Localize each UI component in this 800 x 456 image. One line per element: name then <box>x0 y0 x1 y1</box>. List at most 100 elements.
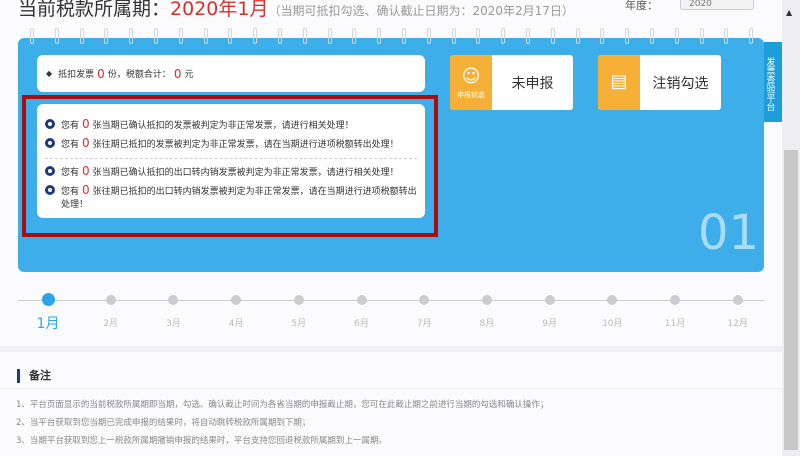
binder-ring <box>228 28 233 44</box>
invoice-count: 0 <box>97 66 105 81</box>
binder-ring <box>501 28 506 44</box>
alert-item: 您有 0 张当期已确认抵扣的出口转内销发票被判定为非正常发票，请进行相关处理！ <box>45 165 417 180</box>
binder-ring <box>526 28 530 44</box>
alert-text: 您有 0 张当期已确认抵扣的发票被判定为非正常发票，请进行相关处理！ <box>61 118 354 133</box>
alert-icon <box>45 138 55 148</box>
month-dot[interactable] <box>231 295 242 305</box>
binder-ring <box>377 28 382 44</box>
page-title: 当前税款所属期：2020年1月（当期可抵扣勾选、确认截止日期为：2020年2月1… <box>18 0 574 21</box>
alert-item: 您有 0 张往期已抵扣的出口转内销发票被判定为非正常发票，请在当期进行进项税额转出处… <box>45 184 417 212</box>
month-dot[interactable] <box>41 293 55 306</box>
alert-text: 您有 0 张往期已抵扣的发票被判定为非正常发票，请在当期进行进项税额转出处理！ <box>61 137 399 152</box>
cancel-selection-button[interactable]: ▤ 注销勾选 <box>598 55 721 110</box>
status-icon-label: 申报状态 <box>457 90 485 99</box>
alert-icon <box>45 119 55 129</box>
month-dot[interactable] <box>356 295 367 305</box>
month-label[interactable]: 9月 <box>535 316 565 329</box>
deduction-summary: ◆ 抵扣发票 0 份，税额合计： 0 元 <box>37 55 425 92</box>
alert-count: 0 <box>82 183 90 197</box>
note-item: 2、当平台获取到您当期已完成申报的结果时，将自动跳转税款所属期到下期； <box>16 418 311 428</box>
alerts-divider <box>45 158 417 159</box>
month-dot[interactable] <box>481 295 492 305</box>
month-dot[interactable] <box>732 295 743 305</box>
month-dot[interactable] <box>544 295 555 305</box>
alerts-card: 您有 0 张当期已确认抵扣的发票被判定为非正常发票，请进行相关处理！ 您有 0 张往期已抵… <box>37 104 425 218</box>
binder-ring <box>154 28 158 44</box>
month-label[interactable]: 7月 <box>409 316 439 329</box>
binder-ring <box>699 28 704 44</box>
binder-ring <box>278 28 282 44</box>
notes-divider <box>0 388 782 389</box>
month-label[interactable]: 3月 <box>158 316 188 329</box>
binder-ring <box>600 28 605 44</box>
month-timeline <box>18 300 764 301</box>
binder-ring <box>253 28 258 44</box>
month-label[interactable]: 6月 <box>347 316 377 329</box>
month-label[interactable]: 8月 <box>472 316 502 329</box>
binder-ring <box>550 28 555 44</box>
section-divider <box>0 346 782 352</box>
binder-ring <box>476 28 481 44</box>
binder-ring <box>327 28 332 44</box>
diamond-icon: ◆ <box>46 69 53 78</box>
declaration-status-card[interactable]: ☺ 申报状态 未申报 <box>450 55 573 110</box>
binder-ring <box>54 28 59 44</box>
alert-icon <box>45 166 55 176</box>
alert-item: 您有 0 张当期已确认抵扣的发票被判定为非正常发票，请进行相关处理！ <box>45 118 417 133</box>
month-dot[interactable] <box>105 295 116 305</box>
month-label[interactable]: 4月 <box>221 316 251 329</box>
current-period: 2020年1月 <box>170 0 269 20</box>
binder-ring <box>302 28 307 44</box>
invoice-verify-label: 发票查验平台 <box>764 56 775 111</box>
cancel-selection-label: 注销勾选 <box>652 75 709 92</box>
month-dot[interactable] <box>168 295 179 305</box>
binder-ring <box>575 28 580 44</box>
alert-prefix: 您有 <box>61 187 80 197</box>
alert-message: 张往期已抵扣的发票被判定为非正常发票，请在当期进行进项税额转出处理！ <box>92 140 399 150</box>
alert-message: 张当期已确认抵扣的出口转内销发票被判定为非正常发票，请进行相关处理！ <box>92 168 399 178</box>
binder-ring <box>352 28 357 44</box>
month-label[interactable]: 11月 <box>660 316 690 329</box>
month-label[interactable]: 10月 <box>597 316 627 329</box>
alert-icon <box>45 185 55 195</box>
year-select[interactable]: 2020 <box>680 0 754 10</box>
alert-count: 0 <box>82 117 90 131</box>
scrollbar-thumb[interactable] <box>784 150 798 450</box>
declaration-status: 未申报 <box>511 75 554 92</box>
binder-ring <box>203 28 208 44</box>
note-item: 1、平台页面显示的当前税款所属期即当期，勾选、确认截止时间为各省当期的申报截止期… <box>16 400 549 410</box>
binder-ring <box>402 28 406 44</box>
alert-text: 您有 0 张往期已抵扣的出口转内销发票被判定为非正常发票，请在当期进行进项税额转出处… <box>61 184 417 212</box>
title-prefix: 当前税款所属期： <box>18 0 171 20</box>
summary-mid: 份，税额合计： <box>107 70 171 80</box>
month-label[interactable]: 2月 <box>96 316 126 329</box>
month-label[interactable]: 1月 <box>33 313 63 333</box>
binder-ring <box>178 28 183 44</box>
month-dot[interactable] <box>293 295 304 305</box>
month-dot[interactable] <box>670 295 680 305</box>
month-label[interactable]: 12月 <box>723 316 753 329</box>
alert-message: 张当期已确认抵扣的发票被判定为非正常发票，请进行相关处理！ <box>92 121 354 131</box>
month-label[interactable]: 5月 <box>284 316 314 329</box>
document-icon: ▤ <box>610 70 628 92</box>
month-dot[interactable] <box>419 295 430 305</box>
summary-suffix: 元 <box>184 70 194 80</box>
tax-amount: 0 <box>173 66 182 81</box>
summary-prefix: 抵扣发票 <box>58 70 95 80</box>
big-month-number: 01 <box>698 205 760 261</box>
alert-prefix: 您有 <box>61 168 80 178</box>
alert-prefix: 您有 <box>61 121 80 131</box>
alert-item: 您有 0 张往期已抵扣的发票被判定为非正常发票，请在当期进行进项税额转出处理！ <box>45 137 417 152</box>
binder-ring <box>724 28 729 44</box>
alert-message: 张往期已抵扣的出口转内销发票被判定为非正常发票，请在当期进行进项税额转出处理！ <box>61 187 417 210</box>
notes-title: 备注 <box>17 369 51 383</box>
month-dot[interactable] <box>607 295 618 305</box>
binder-ring <box>674 28 679 44</box>
note-item: 3、当期平台获取到您上一税款所属期撤销申报的结果时，平台支持您回退税款所属期到上… <box>16 436 387 446</box>
scrollbar[interactable]: ▲ <box>782 0 800 456</box>
user-status-icon: ☺ <box>461 65 481 87</box>
binder-ring <box>129 28 134 44</box>
alert-count: 0 <box>82 136 90 150</box>
alert-text: 您有 0 张当期已确认抵扣的出口转内销发票被判定为非正常发票，请进行相关处理！ <box>61 165 399 180</box>
scroll-up-icon[interactable]: ▲ <box>786 8 792 17</box>
